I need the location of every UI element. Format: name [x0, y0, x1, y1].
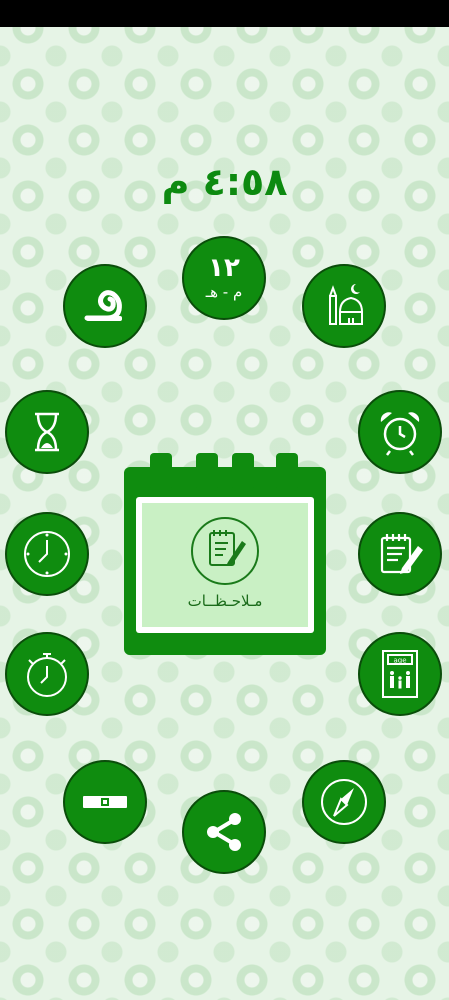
- clock-icon: [24, 531, 70, 577]
- mosque-icon: [329, 284, 363, 325]
- status-bar: [0, 0, 449, 27]
- share-icon: [207, 813, 241, 851]
- prayer-times-button[interactable]: [302, 264, 386, 348]
- stopwatch-button[interactable]: [5, 632, 89, 716]
- compass-icon: [321, 779, 367, 825]
- date-day: ١٢: [208, 253, 240, 283]
- hourglass-icon: [35, 412, 59, 452]
- notes-calendar-widget[interactable]: مـلاحـظــات: [124, 453, 326, 655]
- compass-button[interactable]: [302, 760, 386, 844]
- alarm-button[interactable]: [358, 390, 442, 474]
- spirit-level-icon: [83, 796, 127, 808]
- notepad-pen-icon: [380, 534, 423, 574]
- age-calculator-button[interactable]: age: [358, 632, 442, 716]
- ha-letter-icon: [84, 290, 122, 321]
- notes-label: مـلاحـظــات: [187, 592, 263, 610]
- notes-button[interactable]: [358, 512, 442, 596]
- hijri-date-button[interactable]: ١٢ م - هـ: [182, 236, 266, 320]
- level-button[interactable]: [63, 760, 147, 844]
- world-clock-button[interactable]: [5, 512, 89, 596]
- timer-button[interactable]: [5, 390, 89, 474]
- current-time: ٤:٥٨ م: [161, 160, 288, 204]
- date-era: م - هـ: [205, 283, 243, 301]
- alarm-clock-icon: [380, 412, 420, 456]
- stopwatch-icon: [27, 653, 67, 697]
- calendar-icon: [124, 453, 326, 655]
- age-sign-text: age: [393, 657, 406, 665]
- age-people-icon: age: [382, 650, 418, 698]
- share-button[interactable]: [182, 790, 266, 874]
- hijri-button[interactable]: [63, 264, 147, 348]
